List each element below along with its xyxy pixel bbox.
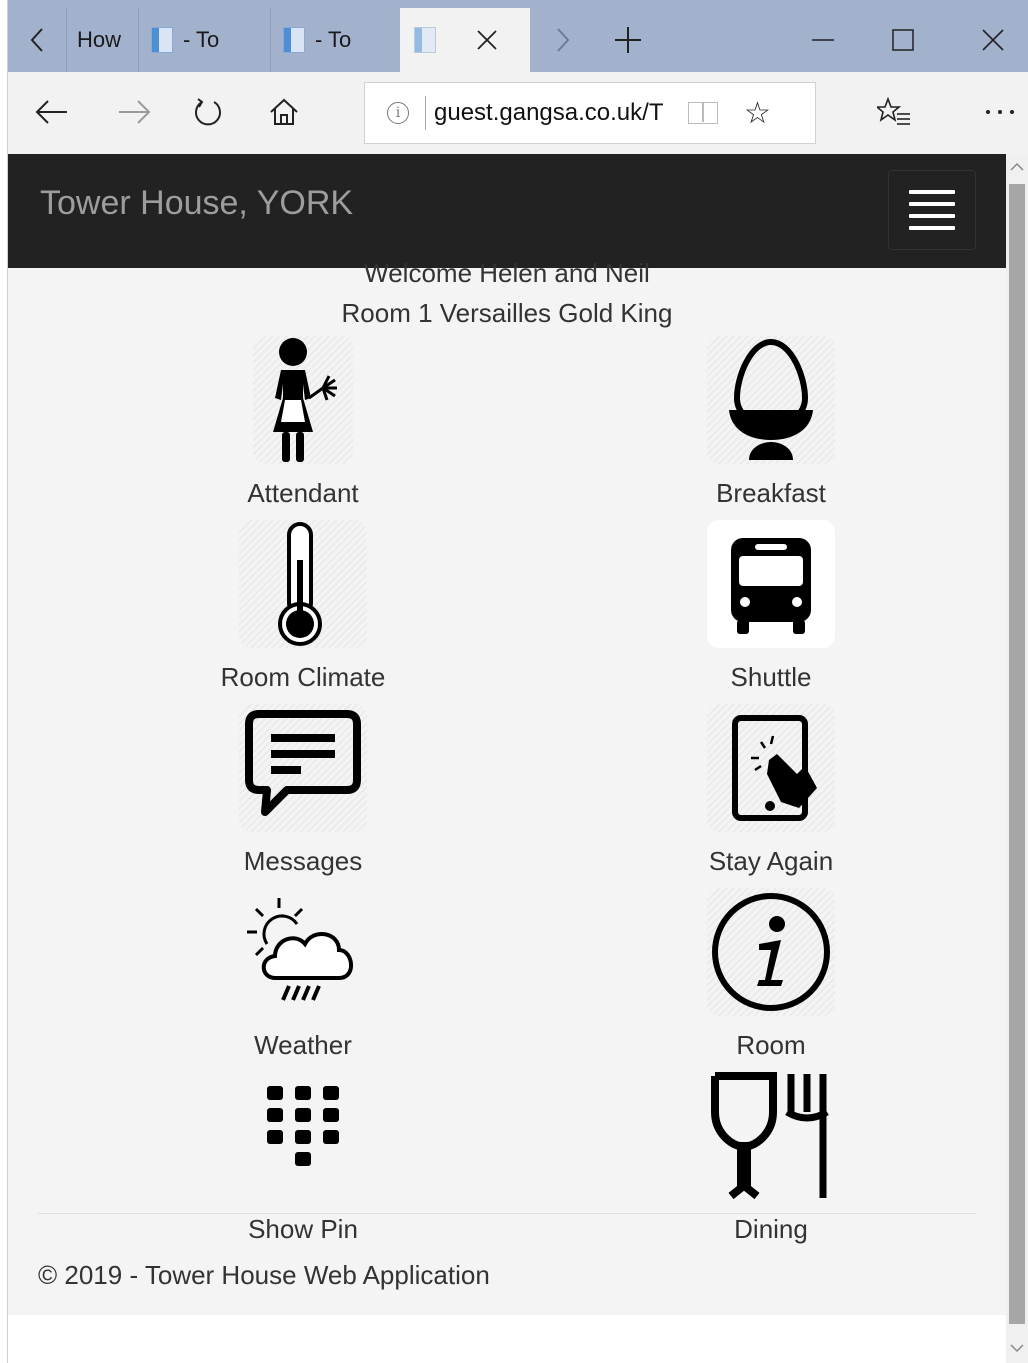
tile-room[interactable]: Room: [621, 888, 921, 1061]
scrollbar-thumb[interactable]: [1009, 184, 1025, 1324]
back-arrow-icon: [35, 100, 67, 124]
reload-button[interactable]: [184, 88, 232, 136]
tile-label: Stay Again: [708, 846, 834, 876]
vertical-scrollbar[interactable]: [1006, 154, 1028, 1363]
egg-cup-icon[interactable]: [707, 336, 835, 464]
close-tab-icon[interactable]: [476, 29, 498, 51]
favorites-list-icon: [877, 97, 910, 125]
maximize-icon: [892, 29, 914, 51]
page-icon: [283, 27, 305, 53]
tab-scroll-right-button[interactable]: [538, 8, 588, 72]
favorite-star-icon[interactable]: ☆: [744, 96, 771, 131]
close-window-button[interactable]: [963, 8, 1023, 72]
keypad-icon[interactable]: [239, 1072, 367, 1200]
bus-icon[interactable]: [707, 520, 835, 648]
browser-tab[interactable]: How: [66, 8, 138, 72]
hamburger-bar: [909, 226, 955, 230]
page-bottom-area: [8, 1315, 1006, 1363]
page-icon: [414, 27, 436, 53]
home-icon: [270, 98, 298, 125]
welcome-message: Welcome Helen and Neil: [364, 258, 650, 288]
tile-stay-again[interactable]: Stay Again: [621, 704, 921, 877]
tile-shuttle[interactable]: Shuttle: [621, 520, 921, 693]
sun-cloud-rain-icon[interactable]: [239, 888, 367, 1016]
page-icon: [151, 27, 173, 53]
minimize-icon: [812, 39, 834, 41]
footer-divider: [38, 1213, 976, 1214]
tile-label: Show Pin: [248, 1214, 358, 1244]
tile-messages[interactable]: Messages: [153, 704, 453, 877]
hamburger-bar: [909, 214, 955, 218]
tab-label: - To: [315, 27, 352, 52]
site-brand[interactable]: Tower House, YORK: [40, 184, 353, 223]
home-button[interactable]: [260, 88, 308, 136]
footer-copyright: © 2019 - Tower House Web Application: [38, 1260, 490, 1290]
hamburger-bar: [909, 202, 955, 206]
tile-label: Messages: [243, 846, 363, 876]
web-page: Tower House, YORK Welcome Helen and Neil…: [8, 154, 1006, 1315]
browser-tab-active[interactable]: [400, 8, 530, 72]
thermometer-icon[interactable]: [239, 520, 367, 648]
tile-label: Room: [736, 1030, 806, 1060]
site-navbar: Tower House, YORK: [8, 154, 1006, 268]
maid-icon[interactable]: [253, 336, 353, 464]
forward-button[interactable]: [110, 88, 158, 136]
menu-toggle-button[interactable]: [888, 170, 976, 250]
tile-label: Dining: [734, 1214, 808, 1244]
favorites-button[interactable]: [870, 88, 918, 136]
speech-bubble-icon[interactable]: [239, 704, 367, 832]
tile-weather[interactable]: Weather: [153, 888, 453, 1061]
maximize-button[interactable]: [873, 8, 933, 72]
tile-room-climate[interactable]: Room Climate: [153, 520, 453, 693]
tile-label: Attendant: [247, 478, 359, 508]
back-button[interactable]: [28, 88, 76, 136]
window-left-edge: [0, 0, 8, 1363]
scroll-up-arrow-icon[interactable]: [1006, 156, 1028, 180]
info-icon[interactable]: [707, 888, 835, 1016]
ellipsis-icon: [986, 110, 1014, 114]
tab-label: How: [77, 27, 122, 52]
minimize-button[interactable]: [793, 8, 853, 72]
tile-label: Room Climate: [220, 662, 386, 692]
browser-tab[interactable]: - To: [270, 8, 400, 72]
new-tab-button[interactable]: [598, 8, 658, 72]
tile-label: Shuttle: [730, 662, 812, 692]
tile-breakfast[interactable]: Breakfast: [621, 336, 921, 509]
reading-view-icon[interactable]: [688, 102, 718, 124]
tile-dining[interactable]: Dining: [621, 1072, 921, 1245]
scroll-down-arrow-icon[interactable]: [1006, 1337, 1028, 1361]
url-field[interactable]: i guest.gangsa.co.uk/T ☆: [364, 82, 816, 144]
hamburger-bar: [909, 190, 955, 194]
address-bar: i guest.gangsa.co.uk/T ☆: [8, 72, 1028, 154]
plus-icon: [615, 27, 641, 53]
tablet-touch-icon[interactable]: [707, 704, 835, 832]
more-menu-button[interactable]: [976, 88, 1024, 136]
url-divider: [425, 96, 426, 130]
url-text[interactable]: guest.gangsa.co.uk/T: [434, 99, 674, 127]
browser-tab[interactable]: - To: [138, 8, 268, 72]
chevron-left-icon: [30, 28, 43, 52]
glass-fork-icon[interactable]: [707, 1072, 835, 1200]
tile-label: Weather: [254, 1030, 352, 1060]
room-name: Room 1 Versailles Gold King: [341, 298, 673, 328]
tile-show-pin[interactable]: Show Pin: [153, 1072, 453, 1245]
site-info-icon[interactable]: i: [387, 102, 409, 124]
tab-strip: How - To - To: [8, 0, 1028, 72]
forward-arrow-icon: [119, 100, 151, 124]
chevron-right-icon: [557, 28, 570, 52]
refresh-icon: [195, 98, 221, 126]
tab-label: - To: [183, 27, 220, 52]
tab-scroll-left-button[interactable]: [8, 8, 66, 72]
close-icon: [982, 29, 1004, 51]
tile-label: Breakfast: [716, 478, 826, 508]
tile-attendant[interactable]: Attendant: [153, 336, 453, 509]
